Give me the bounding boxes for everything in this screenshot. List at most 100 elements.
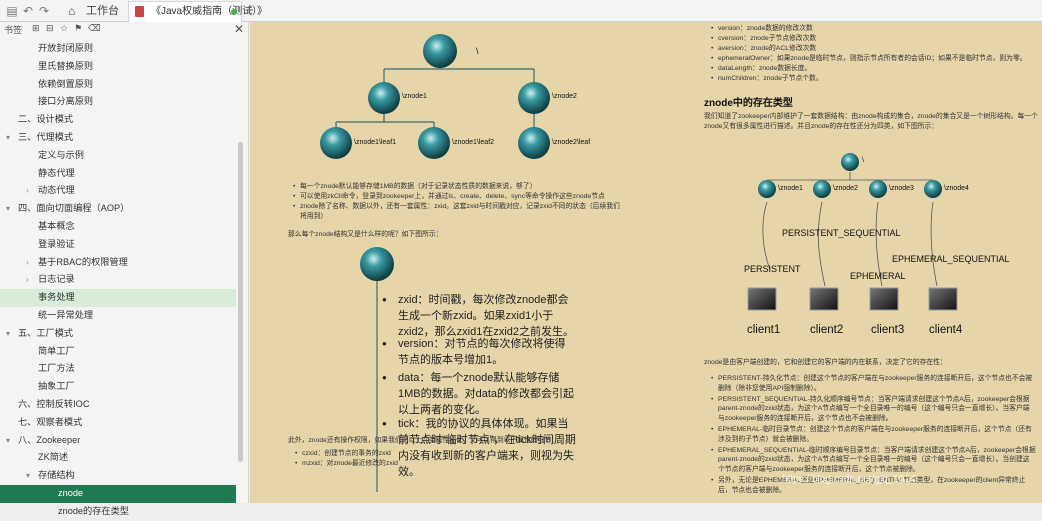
sidebar-item[interactable]: › 日志记录 (0, 271, 236, 289)
section-intro: 我们知道了zookeeper内部维护了一套数据结构：由znode构成的集合，zn… (704, 113, 1038, 130)
type-label-persistent: PERSISTENT (744, 264, 801, 274)
chevron-right-icon[interactable]: › (26, 182, 29, 200)
diagram-node-znode1 (758, 180, 776, 198)
sidebar-item[interactable]: 事务处理 (0, 289, 236, 307)
sidebar-item[interactable]: znode (0, 484, 236, 503)
bottom-bullet-1: czxid：创建节点的事务的zxid (295, 449, 391, 459)
app-menu-icon[interactable]: ▤ (4, 3, 20, 19)
chevron-right-icon[interactable]: › (26, 271, 29, 289)
sidebar-item[interactable]: › 基于RBAC的权限管理 (0, 254, 236, 272)
chevron-down-icon[interactable]: ▾ (6, 432, 10, 450)
sidebar-item[interactable]: ▾ 存储结构 (0, 467, 236, 485)
client3-monitor (869, 287, 899, 311)
sidebar-item[interactable]: 登录验证 (0, 236, 236, 254)
section-heading: znode中的存在类型 (704, 98, 793, 109)
sidebar-item[interactable]: ▾ 五、工厂模式 (0, 325, 236, 343)
sidebar-item[interactable]: 依赖倒置原则 (0, 76, 236, 94)
client2-label: client2 (810, 324, 844, 336)
znode-structure-node (360, 247, 394, 281)
sidebar-item-label: 里氏替换原则 (38, 60, 94, 71)
sidebar-item-label: 简单工厂 (38, 345, 75, 356)
diagram-label-root: \ (862, 157, 864, 164)
note-zxid: zxid：时间戳，每次修改znode都会生成一个新zxid。如果zxid1小于z… (382, 292, 576, 340)
diagram-label-znode2: \znode2 (833, 185, 858, 192)
sidebar-item[interactable]: 开放封闭原则 (0, 40, 236, 58)
diagram-node-root (841, 153, 859, 171)
sidebar-item[interactable]: znode的存在类型 (0, 503, 236, 521)
sidebar-item-label: 静态代理 (38, 167, 75, 178)
tree-label-leaf1: \znode1\leaf1 (354, 139, 397, 146)
type-text-persistent-sequential: PERSISTENT_SEQUENTIAL-持久化顺序编号节点：当客户端请求创建… (718, 395, 1030, 423)
tree-label-znode2: \znode2 (552, 93, 577, 100)
close-sidebar-icon[interactable]: ✕ (234, 22, 244, 36)
type-item-persistent-sequential: • PERSISTENT_SEQUENTIAL-持久化顺序编号节点：当客户端请求创… (711, 395, 1030, 423)
sidebar-item-label: znode的存在类型 (58, 505, 129, 516)
sidebar-item[interactable]: 里氏替换原则 (0, 58, 236, 76)
sidebar-item-label: 三、代理模式 (18, 131, 74, 142)
new-tab-button[interactable]: + (245, 1, 259, 21)
sidebar-item[interactable]: 六、控制反转IOC (0, 396, 236, 414)
client-monitors (747, 287, 958, 311)
sidebar-item[interactable]: 接口分离原则 (0, 93, 236, 111)
right-bullet-2: cversion：znode子节点修改次数 (711, 34, 816, 44)
tree-node-leaf2 (418, 127, 450, 159)
bookmark-add-icon[interactable]: ☆ (60, 23, 68, 34)
delete-bookmark-icon[interactable]: ⌫ (88, 23, 101, 34)
right-bullet-3: aversion：znode的ACL修改次数 (711, 44, 816, 54)
sidebar-item[interactable]: 工厂方法 (0, 360, 236, 378)
home-icon: ⌂ (68, 4, 76, 18)
question-text: 那么每个znode结构又是什么样的呢？如下图所示： (288, 231, 443, 238)
sidebar-scrollbar[interactable] (238, 142, 243, 462)
type-label-persistent-sequential: PERSISTENT_SEQUENTIAL (782, 228, 901, 238)
sidebar-item[interactable]: ZK简述 (0, 449, 236, 467)
sidebar-item[interactable]: 简单工厂 (0, 343, 236, 361)
undo-icon[interactable]: ↶ (20, 3, 36, 19)
sidebar-item-label: 五、工厂模式 (18, 327, 74, 338)
sidebar-item[interactable]: 静态代理 (0, 165, 236, 183)
chevron-down-icon[interactable]: ▾ (6, 325, 10, 343)
sidebar-item-label: 依赖倒置原则 (38, 78, 94, 89)
tree-node-root (423, 34, 457, 68)
diagram-node-znode4 (924, 180, 942, 198)
sidebar-item[interactable]: 抽象工厂 (0, 378, 236, 396)
tab-document[interactable]: 《Java权威指南（测试）》 (128, 1, 267, 22)
tab-home[interactable]: ⌂ 工作台 (62, 0, 124, 22)
chevron-down-icon[interactable]: ▾ (6, 200, 10, 218)
sidebar-item[interactable]: › 动态代理 (0, 182, 236, 200)
sidebar-item[interactable]: 基本概念 (0, 218, 236, 236)
bookmark-outline: 开放封闭原则 里氏替换原则 依赖倒置原则 接口分离原则 二、设计模式 ▾ 三、代理模式 定义与… (0, 40, 236, 521)
bottom-paragraph: 此外，znode还有操作权限，如果我们把以上几类属性细化，又可以得到以下属性的细… (288, 437, 559, 444)
chevron-right-icon[interactable]: › (26, 254, 29, 272)
sidebar-item[interactable]: ▾ 八、Zookeeper (0, 432, 236, 450)
sidebar-title: 书签 (4, 25, 23, 35)
sidebar-item[interactable]: ▾ 四、面向切面编程（AOP） (0, 200, 236, 218)
bookmark-sidebar: 书签 ⊞ ⊟ ☆ ⚑ ⌫ ✕ 开放封闭原则 里氏替换原则 依赖倒置原则 接口分离原则二… (0, 22, 249, 516)
sidebar-header: 书签 ⊞ ⊟ ☆ ⚑ ⌫ ✕ (0, 22, 248, 36)
note-tick: tick：我的协议的具体体现。如果当前节点时“临时节点”，在tick时间周期内没… (382, 416, 576, 480)
sidebar-item[interactable]: ▾ 三、代理模式 (0, 129, 236, 147)
diagram-node-znode3 (869, 180, 887, 198)
client4-monitor (928, 287, 958, 311)
sidebar-item-label: 接口分离原则 (38, 96, 94, 107)
sidebar-item-label: 开放封闭原则 (38, 43, 94, 53)
home-tab-label: 工作台 (86, 5, 119, 17)
client1-monitor (747, 287, 777, 311)
sidebar-item[interactable]: 二、设计模式 (0, 111, 236, 129)
chevron-down-icon[interactable]: ▾ (26, 467, 30, 485)
expand-all-icon[interactable]: ⊞ (32, 23, 40, 34)
tree-label-leaf2: \znode1\leaf2 (452, 139, 495, 146)
client4-label: client4 (929, 324, 963, 336)
collapse-all-icon[interactable]: ⊟ (46, 23, 54, 34)
sidebar-item[interactable]: 七、观察者模式 (0, 414, 236, 432)
left-bullet-3: znode除了名称、数据以外，还有一套属性：zxid。这套zxid与时间戳对应，… (293, 202, 620, 222)
chevron-down-icon[interactable]: ▾ (6, 129, 10, 147)
diagram-label-znode1: \znode1 (778, 185, 803, 192)
bookmark-icon[interactable]: ⚑ (74, 23, 82, 34)
tree-label-root: \ (476, 46, 479, 56)
sidebar-item[interactable]: 定义与示例 (0, 147, 236, 165)
redo-icon[interactable]: ↷ (36, 3, 52, 19)
sidebar-item[interactable]: 统一异常处理 (0, 307, 236, 325)
note-data: data：每一个znode默认能够存储1MB的数据。对data的修改都会引起以上… (382, 370, 576, 418)
tree-label-znode1: \znode1 (402, 93, 427, 100)
note-version: version：对节点的每次修改将使得节点的版本号增加1。 (382, 336, 576, 368)
